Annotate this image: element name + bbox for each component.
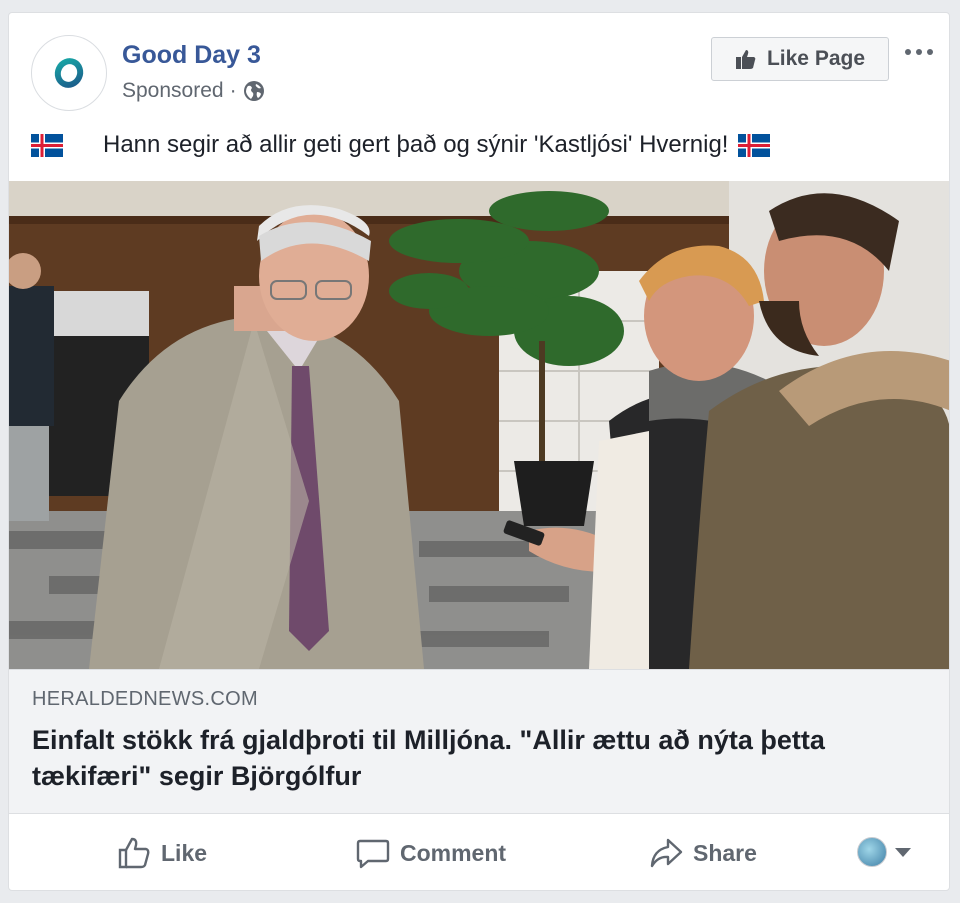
globe-icon[interactable] — [243, 80, 265, 102]
post-meta: Sponsored · — [122, 79, 265, 103]
link-preview[interactable]: HERALDEDNEWS.COM Einfalt stökk frá gjald… — [9, 669, 949, 814]
photo-illustration — [9, 181, 949, 669]
page-avatar[interactable] — [31, 35, 107, 111]
post-message: Hann segir að allir geti gert það og sýn… — [31, 131, 771, 159]
chevron-down-icon — [895, 847, 911, 857]
post-photo[interactable] — [9, 181, 949, 669]
share-button[interactable]: Share — [649, 833, 757, 873]
like-page-label: Like Page — [766, 47, 866, 70]
post-actions-bar: Like Comment Share — [9, 815, 949, 890]
comment-button[interactable]: Comment — [356, 833, 506, 873]
page-name-link[interactable]: Good Day 3 — [122, 41, 261, 70]
more-options-icon[interactable] — [899, 39, 939, 65]
share-arrow-icon — [650, 838, 683, 868]
like-page-button[interactable]: Like Page — [711, 37, 889, 81]
thumbs-up-outline-icon — [118, 837, 150, 869]
sponsored-label[interactable]: Sponsored — [122, 79, 224, 103]
meta-separator: · — [229, 79, 237, 102]
reaction-profile-selector[interactable] — [857, 837, 911, 867]
comment-icon — [356, 839, 390, 869]
comment-label: Comment — [400, 839, 507, 866]
user-avatar — [857, 837, 887, 867]
iceland-flag-icon — [31, 133, 63, 157]
like-label: Like — [161, 839, 208, 866]
good-day-logo-icon — [54, 58, 84, 88]
link-headline: Einfalt stökk frá gjaldþroti til Milljón… — [32, 725, 825, 791]
iceland-flag-icon — [738, 133, 771, 157]
share-label: Share — [693, 839, 757, 866]
post-message-text: Hann segir að allir geti gert það og sýn… — [103, 131, 729, 158]
like-button[interactable]: Like — [117, 833, 207, 873]
sponsored-post-card: Good Day 3 Sponsored · Like Page Hann se… — [8, 12, 950, 891]
link-domain: HERALDEDNEWS.COM — [32, 688, 258, 710]
thumbs-up-icon — [735, 50, 756, 69]
